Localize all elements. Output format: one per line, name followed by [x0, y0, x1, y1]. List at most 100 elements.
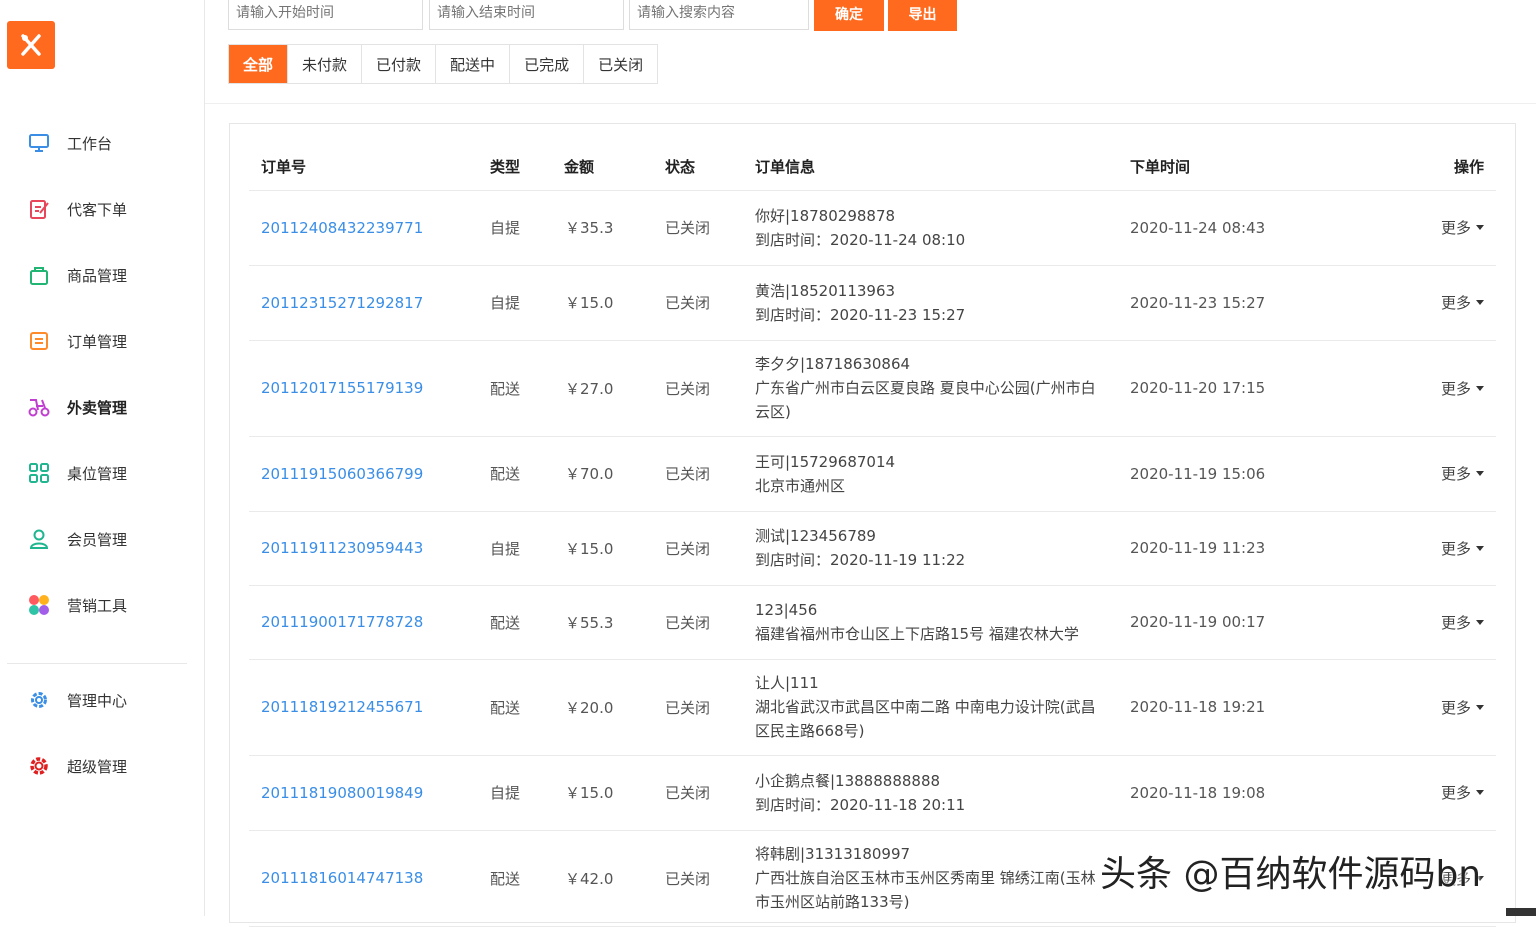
monitor-icon: [27, 131, 51, 155]
sidebar-item-label: 订单管理: [67, 332, 128, 351]
order-type: 配送: [490, 465, 521, 483]
sidebar-item-marketing[interactable]: 营销工具: [0, 587, 204, 623]
more-label: 更多: [1440, 613, 1471, 632]
order-number-link[interactable]: 20112315271292817: [261, 265, 423, 340]
order-info: 将韩剧|31313180997 广西壮族自治区玉林市玉州区秀南里 锦绣江南(玉林市…: [755, 830, 1100, 926]
order-time: 2020-11-20 17:15: [1130, 379, 1266, 397]
super-gear-icon: [27, 754, 51, 778]
order-detail: 湖北省武汉市武昌区中南二路 中南电力设计院(武昌区民主路668号): [755, 698, 1096, 740]
order-number-link[interactable]: 20111911230959443: [261, 511, 423, 585]
start-time-input[interactable]: [228, 0, 423, 30]
sidebar-item-label: 代客下单: [67, 200, 128, 219]
order-number-link[interactable]: 20111816014747138: [261, 830, 423, 926]
order-number-link[interactable]: 20112408432239771: [261, 190, 423, 265]
order-type: 自提: [490, 539, 521, 558]
header-order-no: 订单号: [261, 157, 307, 176]
order-detail: 福建省福州市仓山区上下店路15号 福建农林大学: [755, 625, 1079, 643]
order-time: 2020-11-23 15:27: [1130, 293, 1266, 312]
more-dropdown[interactable]: 更多: [1441, 585, 1484, 659]
table-row: 20111819080019849 自提 ￥15.0 已关闭 小企鹅点餐|1388888…: [249, 755, 1496, 831]
table-row: 20112315271292817 自提 ￥15.0 已关闭 黄浩|1852011396…: [249, 265, 1496, 341]
scrollbar-thumb[interactable]: [1506, 908, 1536, 916]
caret-down-icon: [1476, 471, 1484, 476]
more-dropdown[interactable]: 更多: [1441, 190, 1484, 265]
order-detail: 到店时间：2020-11-24 08:10: [755, 230, 966, 249]
more-label: 更多: [1440, 294, 1471, 312]
more-label: 更多: [1440, 219, 1471, 237]
order-type: 配送: [490, 698, 521, 717]
gear-icon: [27, 688, 51, 712]
sidebar-item-tables[interactable]: 桌位管理: [0, 455, 204, 491]
order-type: 配送: [490, 379, 521, 398]
sidebar-item-workbench[interactable]: 工作台: [0, 125, 204, 161]
sidebar-item-products[interactable]: 商品管理: [0, 257, 204, 293]
table-header: 订单号 类型 金额 状态 订单信息 下单时间 操作: [249, 142, 1496, 191]
tab-unpaid[interactable]: 未付款: [288, 45, 363, 83]
sidebar-item-takeout[interactable]: 外卖管理: [0, 389, 204, 425]
bag-icon: [27, 263, 51, 287]
sidebar-item-super-admin[interactable]: 超级管理: [0, 748, 204, 784]
tab-delivering[interactable]: 配送中: [436, 45, 511, 83]
header-type: 类型: [490, 157, 521, 176]
tab-all[interactable]: 全部: [229, 45, 289, 83]
order-info: 测试|123456789 到店时间：2020-11-19 11:22: [755, 511, 1100, 585]
order-contact: 李夕夕|18718630864: [755, 355, 911, 373]
order-type: 自提: [490, 294, 521, 312]
export-button[interactable]: 导出: [888, 0, 957, 31]
sidebar-item-admin-center[interactable]: 管理中心: [0, 682, 204, 718]
more-dropdown[interactable]: 更多: [1441, 511, 1484, 585]
header-divider: [205, 103, 1536, 104]
order-number-link[interactable]: 20111900171778728: [261, 585, 423, 659]
sidebar-item-members[interactable]: 会员管理: [0, 521, 204, 557]
more-dropdown[interactable]: 更多: [1441, 659, 1484, 755]
order-contact: 让人|111: [755, 674, 819, 692]
order-info: 黄浩|18520113963 到店时间：2020-11-23 15:27: [755, 265, 1100, 340]
sidebar-item-label: 会员管理: [67, 530, 128, 549]
order-contact: 小企鹅点餐|13888888888: [755, 771, 941, 790]
table-row: 20112408432239771 自提 ￥35.3 已关闭 你好|1878029887…: [249, 190, 1496, 266]
order-time: 2020-11-19 15:06: [1130, 464, 1266, 483]
more-dropdown[interactable]: 更多: [1441, 265, 1484, 340]
confirm-button[interactable]: 确定: [814, 0, 884, 31]
caret-down-icon: [1476, 704, 1484, 710]
order-detail: 广西壮族自治区玉林市玉州区秀南里 锦绣江南(玉林市玉州区站前路133号): [755, 869, 1096, 911]
status-tabs: 全部 未付款 已付款 配送中 已完成 已关闭: [228, 44, 659, 84]
order-status: 已关闭: [665, 465, 711, 483]
order-amount: ￥70.0: [565, 465, 614, 483]
order-number-link[interactable]: 20112017155179139: [261, 340, 423, 436]
order-number-link[interactable]: 20111819080019849: [261, 755, 423, 830]
search-input[interactable]: [629, 0, 809, 30]
more-label: 更多: [1440, 539, 1471, 558]
order-detail: 到店时间：2020-11-19 11:22: [755, 551, 966, 569]
order-number-link[interactable]: 20111819212455671: [261, 659, 423, 755]
header-order-info: 订单信息: [755, 157, 816, 176]
list-icon: [27, 329, 51, 353]
sidebar-item-label: 桌位管理: [67, 464, 128, 483]
end-time-input[interactable]: [429, 0, 624, 30]
sidebar-item-label: 外卖管理: [67, 398, 128, 417]
sidebar-item-valet-order[interactable]: 代客下单: [0, 191, 204, 227]
more-dropdown[interactable]: 更多: [1441, 340, 1484, 436]
order-contact: 王可|15729687014: [755, 452, 896, 471]
tab-closed[interactable]: 已关闭: [584, 45, 659, 83]
scooter-icon: [27, 395, 51, 419]
order-amount: ￥35.3: [565, 219, 614, 237]
tab-completed[interactable]: 已完成: [510, 45, 585, 83]
order-amount: ￥20.0: [565, 698, 614, 717]
more-dropdown[interactable]: 更多: [1441, 755, 1484, 830]
order-amount: ￥55.3: [565, 613, 614, 632]
app-logo[interactable]: [7, 21, 55, 69]
order-info: 让人|111 湖北省武汉市武昌区中南二路 中南电力设计院(武昌区民主路668号): [755, 659, 1100, 755]
utensils-icon: [21, 34, 41, 56]
sidebar-item-label: 工作台: [67, 134, 113, 153]
table-row: 20112017155179139 配送 ￥27.0 已关闭 李夕夕|187186308…: [249, 340, 1496, 437]
order-number-link[interactable]: 20111915060366799: [261, 436, 423, 511]
sidebar-item-orders[interactable]: 订单管理: [0, 323, 204, 359]
more-dropdown[interactable]: 更多: [1441, 436, 1484, 511]
header-action: 操作: [1453, 157, 1484, 176]
more-label: 更多: [1440, 465, 1471, 483]
user-icon: [27, 527, 51, 551]
caret-down-icon: [1476, 790, 1484, 795]
tab-paid[interactable]: 已付款: [362, 45, 437, 83]
sidebar-item-label: 超级管理: [67, 757, 128, 776]
